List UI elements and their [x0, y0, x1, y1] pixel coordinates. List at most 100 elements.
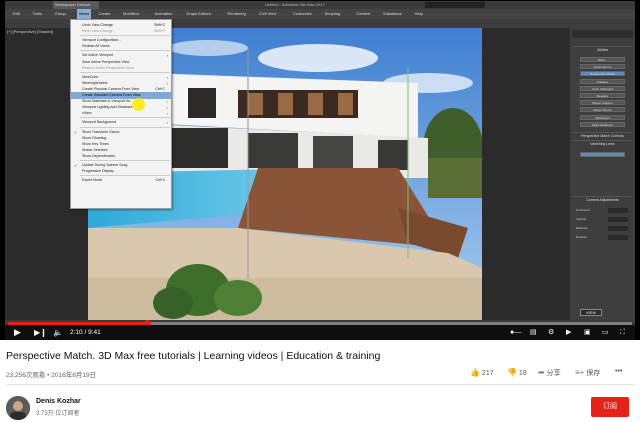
command-panel-tabs[interactable]	[572, 30, 633, 38]
menu-item-label: Restore Active Perspective View	[82, 65, 134, 70]
utility-button-perspective-match[interactable]: Perspective Match	[580, 71, 625, 77]
max-search-box[interactable]	[425, 2, 485, 8]
views-menu-restore-active-perspective-view[interactable]: Restore Active Perspective View	[71, 65, 171, 72]
menu-separator	[80, 35, 170, 36]
menu-item-label: SteeringWheels	[82, 80, 108, 85]
settings-gear-icon[interactable]: ⚙	[548, 328, 554, 337]
views-menu-xview[interactable]: xView ›	[71, 110, 171, 117]
play-icon[interactable]: ▶	[14, 327, 21, 338]
utility-button-color-clipboard[interactable]: Color Clipboard	[580, 85, 625, 91]
max-menu-animation[interactable]: Animation	[155, 9, 173, 19]
max-menu-content[interactable]: Content	[356, 9, 370, 19]
workspace-selector[interactable]: Workspace: Default	[53, 1, 99, 9]
channel-avatar[interactable]	[6, 396, 30, 420]
camera-adjust-spinner[interactable]	[608, 208, 628, 213]
perspective-match-controls-header[interactable]: Perspective Match Controls	[574, 134, 631, 138]
views-menu-show-dependencies[interactable]: Show Dependencies	[71, 153, 171, 160]
menu-item-label: Update During Spinner Drag	[82, 163, 128, 167]
fullscreen-icon[interactable]: ⛶	[620, 328, 625, 337]
menu-item-label: Show Materials in Viewport As	[82, 99, 131, 104]
panel-separator	[573, 46, 632, 47]
views-menu-viewport-background[interactable]: Viewport Background ›	[71, 119, 171, 126]
max-menu-help[interactable]: Help	[415, 9, 423, 19]
camera-adjustments-header[interactable]: Camera Adjustments	[574, 198, 631, 202]
menu-item-label: Create Standard Camera From View	[82, 93, 141, 97]
youtube-logo-icon[interactable]: ▶	[566, 328, 571, 337]
menu-separator	[80, 175, 170, 176]
utility-button-measure[interactable]: Measure	[580, 93, 625, 98]
time-display: 2:10 / 9:41	[70, 329, 101, 336]
dislike-button[interactable]: 👎 18	[507, 368, 527, 377]
save-button[interactable]: ≡+ 保存	[575, 368, 600, 378]
camera-adjust-row: Distance	[576, 226, 628, 231]
vanishing-lines-header[interactable]: Vanishing Lines	[574, 142, 631, 146]
submenu-arrow-icon: ›	[166, 111, 168, 117]
utility-button-collapse[interactable]: Collapse	[580, 78, 625, 84]
playlist-add-icon: ≡+	[575, 368, 585, 377]
menu-shortcut: Ctrl+X	[155, 178, 165, 183]
menu-item-label: Viewport Background	[82, 120, 117, 125]
menu-item-label: Show Ghosting	[82, 135, 107, 140]
menu-item-label: Set Active Viewport	[82, 53, 113, 58]
utilities-rollout-header[interactable]: Utilities	[574, 48, 631, 52]
utility-button-motion-capture[interactable]: Motion Capture	[580, 100, 625, 106]
max-menu-modifiers[interactable]: Modifiers	[123, 9, 139, 19]
max-menu-scripting[interactable]: Scripting	[325, 9, 341, 19]
max-menu-tools[interactable]: Tools	[33, 9, 42, 19]
menu-item-label: xView	[82, 111, 92, 116]
camera-adjust-spinner[interactable]	[608, 226, 628, 231]
view-button[interactable]: VIEW	[580, 309, 602, 316]
menu-item-label: Redo View Change	[82, 29, 113, 34]
menu-item-label: Viewport Lighting and Shadows	[82, 105, 133, 110]
max-menu-customize[interactable]: Customize	[293, 9, 312, 19]
more-actions-button[interactable]: •••	[615, 368, 622, 375]
autoplay-toggle[interactable]: ●—	[510, 328, 521, 337]
like-button[interactable]: 👍 217	[470, 368, 494, 377]
max-menu-create[interactable]: Create	[99, 9, 111, 19]
utility-button-reset-xform[interactable]: Reset XForm	[580, 107, 625, 113]
theater-mode-icon[interactable]: ▭	[602, 328, 609, 337]
video-title: Perspective Match. 3D Max free tutorials…	[6, 350, 381, 362]
utility-button-more[interactable]: More...	[580, 57, 625, 62]
max-menu-views[interactable]: Views	[76, 9, 92, 19]
channel-name[interactable]: Denis Kozhar	[36, 398, 81, 405]
utility-button-maxscript[interactable]: MAXScript	[580, 114, 625, 120]
menu-item-label: Show Key Times	[82, 141, 109, 146]
menu-item-label: Expert Mode	[82, 178, 103, 183]
menu-item-label: Show Dependencies	[82, 153, 115, 158]
max-menu-rendering[interactable]: Rendering	[227, 9, 245, 19]
max-menu-edit[interactable]: Edit	[13, 9, 20, 19]
mouse-cursor-highlight	[132, 98, 145, 111]
submenu-arrow-icon: ›	[166, 120, 168, 126]
max-menu-group[interactable]: Group	[55, 9, 66, 19]
captions-icon[interactable]: ▤	[530, 328, 537, 337]
utility-button-reset-xform[interactable]: Reset XForm	[580, 64, 625, 70]
utility-button-flight-studio-c[interactable]: Flight Studio (c)	[580, 121, 625, 127]
camera-adjust-spinner[interactable]	[608, 217, 628, 222]
menu-item-label: Show Transform Gizmo	[82, 129, 120, 134]
max-menu-substance[interactable]: Substance	[383, 9, 402, 19]
subscribe-button[interactable]: 订阅	[591, 397, 629, 417]
max-menu-graph-editors[interactable]: Graph Editors	[186, 9, 211, 19]
camera-adjust-label: Vertical	[576, 217, 586, 221]
max-menu-civil-view[interactable]: Civil View	[259, 9, 276, 19]
volume-icon[interactable]: 🔈	[53, 327, 63, 338]
camera-adjust-label: Distance	[576, 226, 588, 230]
views-menu-progressive-display[interactable]: Progressive Display	[71, 168, 171, 175]
menu-item-label: Shade Selected	[82, 147, 108, 152]
vanishing-lines-toggle[interactable]	[580, 152, 625, 157]
camera-adjust-row: Horizontal	[576, 208, 628, 213]
thumbs-up-icon: 👍	[470, 368, 480, 377]
video-player[interactable]: Workspace: Default Untitled - Autodesk 3…	[0, 0, 640, 340]
menu-separator	[80, 50, 170, 51]
camera-adjust-spinner[interactable]	[608, 235, 628, 240]
next-icon[interactable]: ▶❙	[34, 327, 47, 338]
views-menu-expert-mode[interactable]: Expert Mode Ctrl+X	[71, 177, 171, 184]
views-menu-redraw-all-views[interactable]: Redraw All Views	[71, 43, 171, 50]
share-button[interactable]: ➦ 分享	[538, 368, 561, 378]
views-menu-redo-view-change[interactable]: Redo View Change Shift+Y	[71, 28, 171, 35]
viewport-label[interactable]: [+] [Perspective] [Shaded]	[7, 29, 53, 34]
divider	[6, 384, 634, 385]
miniplayer-icon[interactable]: ▣	[584, 328, 591, 337]
camera-adjust-row: Rotation	[576, 235, 628, 240]
